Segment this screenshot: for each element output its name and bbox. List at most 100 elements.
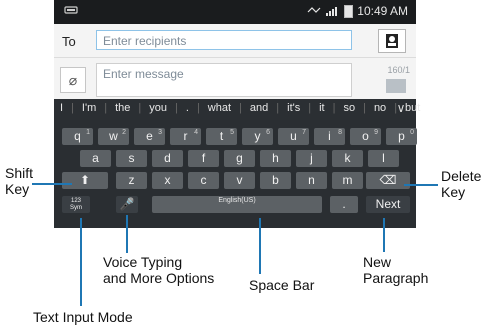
key-q-label: q xyxy=(74,129,81,143)
new-paragraph-callout: New Paragraph xyxy=(363,254,429,286)
key-i[interactable]: i8 xyxy=(314,128,345,145)
key-t-sublabel: 5 xyxy=(230,129,234,136)
key-d[interactable]: d xyxy=(152,150,183,167)
key-i-sublabel: 8 xyxy=(338,129,342,136)
key-u-label: u xyxy=(290,129,297,143)
key-j[interactable]: j xyxy=(296,150,327,167)
shift-callout-line xyxy=(32,183,72,185)
prediction-word[interactable]: it's xyxy=(287,102,300,114)
key-p-label: p xyxy=(398,129,405,143)
key-e-sublabel: 3 xyxy=(158,129,162,136)
recipients-input[interactable]: Enter recipients xyxy=(96,30,352,50)
key-b-label: b xyxy=(272,173,279,187)
keyboard: q 1 w 2 e 3 r 4 t 5 y 6 u 7 i 8 o 9 p 0 a s d f g h j k l ⬆ z x c v b n m ⌫ 12… xyxy=(54,120,417,228)
voice-typing-callout: Voice Typing and More Options xyxy=(103,254,215,286)
status-right: 10:49 AM xyxy=(306,4,408,18)
prediction-word[interactable]: you xyxy=(149,102,167,114)
new-paragraph-callout-line xyxy=(383,218,385,252)
prediction-word[interactable]: no xyxy=(374,102,386,114)
shift-key[interactable]: ⬆ xyxy=(62,172,108,189)
key-a-label: a xyxy=(92,151,99,165)
key-t[interactable]: t5 xyxy=(206,128,237,145)
key-v[interactable]: v xyxy=(224,172,255,189)
key-e-label: e xyxy=(146,129,153,143)
prediction-word[interactable]: what xyxy=(208,102,231,114)
key-x[interactable]: x xyxy=(152,172,183,189)
key-s-label: s xyxy=(128,151,135,165)
key-n-label: n xyxy=(308,173,315,187)
add-contact-button[interactable] xyxy=(378,29,406,53)
prediction-separator: | xyxy=(363,102,366,114)
key-b[interactable]: b xyxy=(260,172,291,189)
key-o-sublabel: 9 xyxy=(374,129,378,136)
send-button[interactable] xyxy=(386,79,406,93)
key-f-label: f xyxy=(201,151,206,165)
prediction-words: I | I'm | the | you |. | what | and | it's | it | so | no | b… xyxy=(60,102,420,114)
key-c[interactable]: c xyxy=(188,172,219,189)
text-input-mode-key[interactable]: 123 Sym xyxy=(62,196,90,213)
key-y[interactable]: y6 xyxy=(242,128,273,145)
key-k-label: k xyxy=(344,151,351,165)
key-o[interactable]: o9 xyxy=(350,128,381,145)
shift-key-callout: Shift Key xyxy=(5,165,34,197)
key-x-label: x xyxy=(164,173,171,187)
key-a[interactable]: a xyxy=(80,150,111,167)
prediction-word[interactable]: . xyxy=(186,102,189,114)
voice-typing-key-label: 🎤 xyxy=(119,197,135,211)
key-w[interactable]: w2 xyxy=(98,128,129,145)
key-n[interactable]: n xyxy=(296,172,327,189)
key-p[interactable]: p0 xyxy=(386,128,417,145)
key-t-label: t xyxy=(219,129,224,143)
prediction-separator: | xyxy=(276,102,280,114)
delete-key-callout: Delete Key xyxy=(441,168,482,200)
sync-icon xyxy=(307,7,321,13)
delete-key-label: ⌫ xyxy=(379,173,397,187)
key-p-sublabel: 0 xyxy=(410,129,414,136)
attach-icon[interactable]: ⌀ xyxy=(60,67,86,93)
space-bar-key[interactable]: English(US) xyxy=(152,196,322,213)
message-input[interactable]: Enter message xyxy=(96,63,352,97)
compose-area: To Enter recipients ⌀ Enter message 160/… xyxy=(54,24,416,99)
key-u[interactable]: u7 xyxy=(278,128,309,145)
key-f[interactable]: f xyxy=(188,150,219,167)
voice-typing-key[interactable]: 🎤 xyxy=(116,196,138,213)
key-i-label: i xyxy=(328,129,331,143)
key-l[interactable]: l xyxy=(368,150,399,167)
key-k[interactable]: k xyxy=(332,150,363,167)
next-key[interactable]: Next xyxy=(366,196,410,213)
key-m[interactable]: m xyxy=(332,172,363,189)
key-y-label: y xyxy=(254,129,261,143)
key-r[interactable]: r4 xyxy=(170,128,201,145)
key-z[interactable]: z xyxy=(116,172,147,189)
key-s[interactable]: s xyxy=(116,150,147,167)
key-g[interactable]: g xyxy=(224,150,255,167)
status-bar: 10:49 AM xyxy=(54,0,416,24)
notification-icon xyxy=(64,6,78,14)
space-bar-callout: Space Bar xyxy=(249,277,315,293)
shift-key-label: ⬆ xyxy=(79,173,91,187)
recipients-row: To Enter recipients xyxy=(54,24,416,58)
key-l-label: l xyxy=(382,151,385,165)
prediction-word[interactable]: the xyxy=(115,102,130,114)
prediction-word[interactable]: so xyxy=(343,102,355,114)
key-e[interactable]: e3 xyxy=(134,128,165,145)
prediction-separator: | xyxy=(196,102,200,114)
period-key-label: . xyxy=(342,197,346,211)
key-h[interactable]: h xyxy=(260,150,291,167)
chevron-down-icon[interactable]: ∨ xyxy=(394,101,408,115)
character-count: 160/1 xyxy=(387,65,410,75)
key-w-sublabel: 2 xyxy=(122,129,126,136)
prediction-word[interactable]: I xyxy=(60,102,63,114)
prediction-separator: | xyxy=(138,102,142,114)
text-input-callout-line xyxy=(80,218,82,306)
key-q[interactable]: q1 xyxy=(62,128,93,145)
prediction-separator: | xyxy=(104,102,108,114)
prediction-word[interactable]: I'm xyxy=(82,102,96,114)
delete-callout-line xyxy=(404,184,438,186)
phone-screen: 10:49 AM To Enter recipients ⌀ Enter mes… xyxy=(54,0,420,228)
key-v-label: v xyxy=(236,173,243,187)
prediction-word[interactable]: and xyxy=(250,102,268,114)
delete-key[interactable]: ⌫ xyxy=(366,172,410,189)
prediction-word[interactable]: it xyxy=(319,102,325,114)
period-key[interactable]: . xyxy=(330,196,358,213)
